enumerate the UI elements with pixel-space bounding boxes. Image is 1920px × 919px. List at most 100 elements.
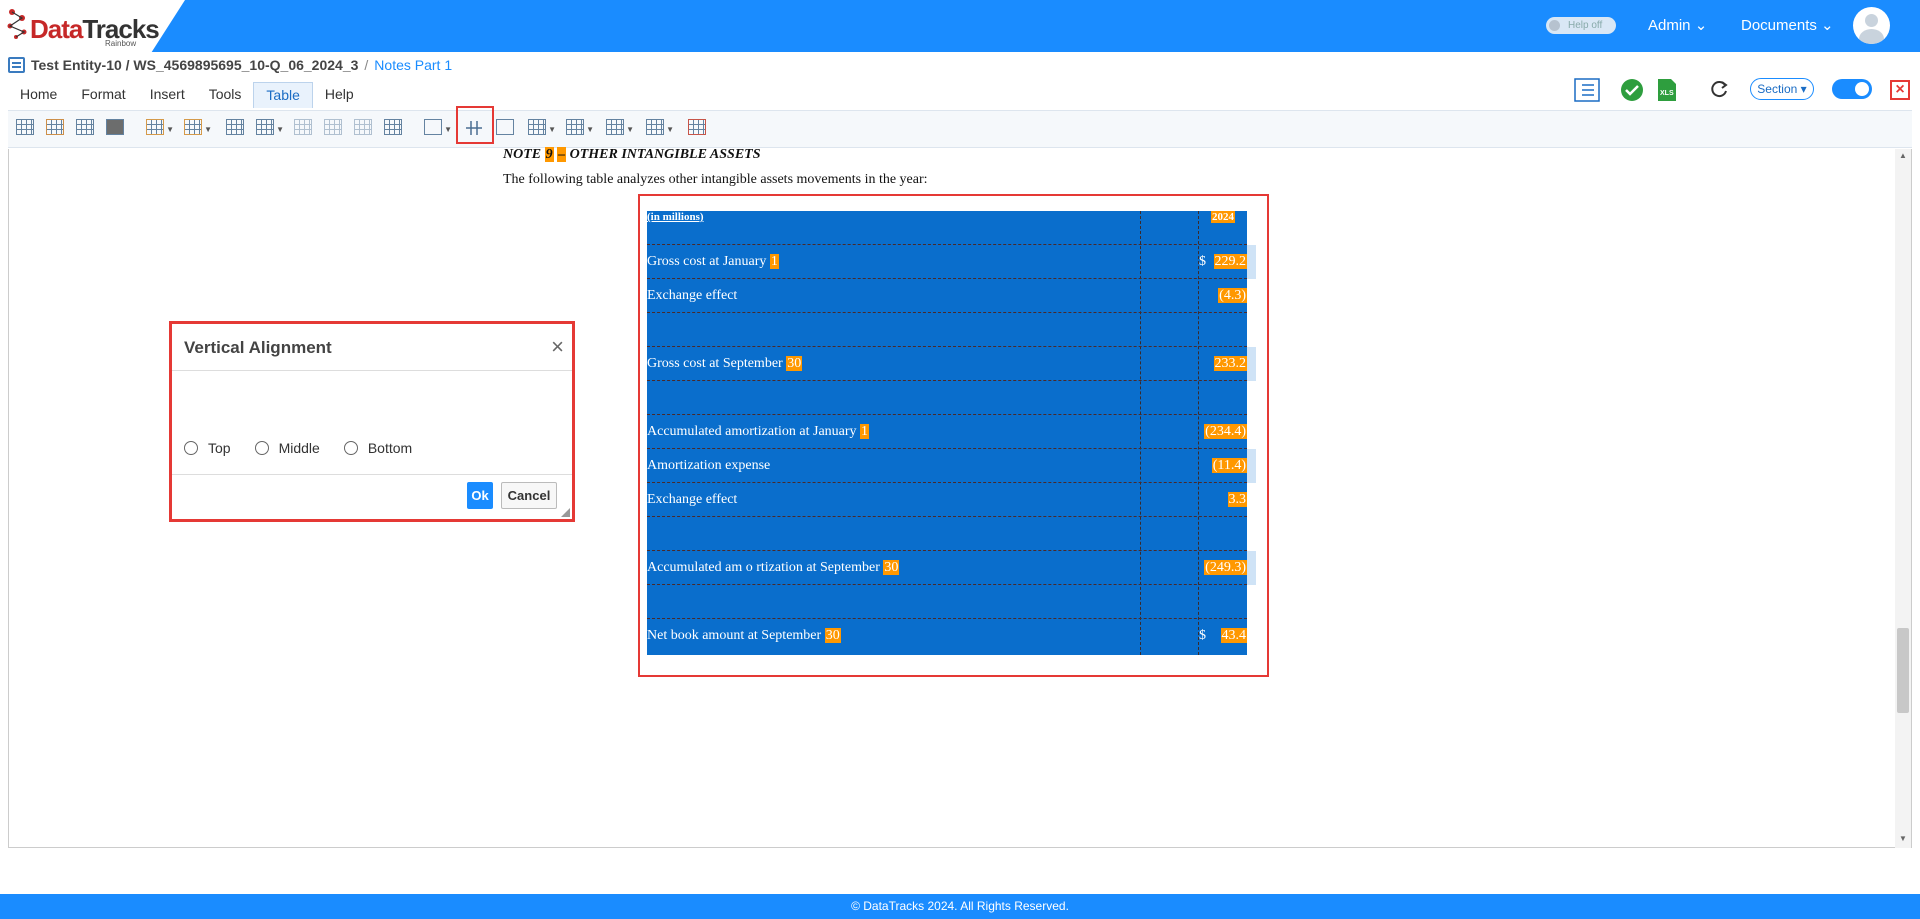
table-row[interactable]: Exchange effect 3.3 — [647, 483, 1247, 517]
admin-menu[interactable]: Admin ⌄ — [1648, 16, 1707, 34]
table-row[interactable] — [647, 517, 1247, 551]
row-label: Accumulated am o rtization at September — [647, 560, 884, 575]
cell-properties-icon[interactable] — [354, 119, 376, 139]
row-ref: 30 — [786, 356, 803, 371]
document-icon — [8, 57, 25, 73]
delete-column-icon[interactable]: ▼ — [646, 119, 674, 139]
row-label: Exchange effect — [647, 288, 738, 303]
outline-list-icon[interactable] — [1574, 78, 1600, 102]
row-menu-icon[interactable]: ▼ — [146, 119, 174, 139]
list-format-icon[interactable]: ▼ — [424, 119, 452, 139]
resize-handle-icon[interactable] — [561, 508, 570, 517]
row-value: 3.3 — [1227, 492, 1247, 507]
table-toolbar: ▼ ▼ ▼ ▼ ▼ ▼ ▼ ▼ — [8, 110, 1912, 148]
dialog-footer: Ok Cancel — [172, 474, 572, 519]
logo-tagline: Rainbow — [105, 39, 137, 48]
row-value: (11.4) — [1211, 458, 1247, 473]
row-label: Exchange effect — [647, 492, 738, 507]
radio-middle[interactable]: Middle — [254, 440, 320, 456]
insert-row-below-icon[interactable]: ▼ — [566, 119, 594, 139]
cell-fill-icon[interactable]: ▼ — [256, 119, 284, 139]
cell-overflow — [1247, 449, 1256, 483]
table-row[interactable]: Accumulated amortization at January 1 (23… — [647, 415, 1247, 449]
close-icon[interactable]: × — [551, 334, 564, 360]
section-dropdown[interactable]: Section ▾ — [1750, 78, 1814, 100]
logo[interactable]: DataTracks Rainbow — [0, 0, 185, 52]
merge-cells-icon[interactable] — [324, 119, 346, 139]
tab-insert[interactable]: Insert — [138, 82, 197, 108]
row-ref: 1 — [860, 424, 870, 439]
xls-export-icon[interactable]: XLS — [1656, 78, 1678, 102]
table-row[interactable] — [647, 585, 1247, 619]
close-editor-icon[interactable]: × — [1890, 80, 1910, 100]
avatar[interactable] — [1853, 7, 1890, 44]
chevron-down-icon: ⌄ — [1821, 17, 1834, 34]
refresh-icon[interactable] — [1710, 79, 1730, 99]
tab-table[interactable]: Table — [253, 82, 313, 108]
delete-table-icon[interactable] — [688, 119, 710, 139]
scrollbar-thumb[interactable] — [1897, 628, 1909, 713]
cancel-button[interactable]: Cancel — [501, 482, 557, 509]
view-toggle[interactable] — [1832, 79, 1872, 99]
row-label: Gross cost at January — [647, 254, 770, 269]
table-grid-icon[interactable] — [106, 119, 128, 139]
documents-menu[interactable]: Documents ⌄ — [1741, 16, 1834, 34]
row-value: (4.3) — [1218, 288, 1247, 303]
table-row[interactable] — [647, 381, 1247, 415]
split-cell-icon[interactable] — [294, 119, 316, 139]
insert-row-above-icon[interactable]: ▼ — [528, 119, 556, 139]
row-label: Gross cost at September — [647, 356, 787, 371]
table-row[interactable]: Exchange effect (4.3) — [647, 279, 1247, 313]
row-ref: 1 — [769, 254, 779, 269]
row-value: 43.4 — [1220, 628, 1247, 643]
tab-tools[interactable]: Tools — [197, 82, 254, 108]
footer: © DataTracks 2024. All Rights Reserved. — [0, 894, 1920, 919]
insert-column-icon[interactable]: ▼ — [606, 119, 634, 139]
tab-home[interactable]: Home — [8, 82, 69, 108]
alignment-options: Top Middle Bottom — [184, 440, 436, 456]
tab-format[interactable]: Format — [69, 82, 137, 108]
row-ref: 30 — [883, 560, 900, 575]
table-style-icon[interactable] — [46, 119, 68, 139]
table-properties-icon[interactable] — [76, 119, 98, 139]
vertical-alignment-dialog: Vertical Alignment × Top Middle Bottom O… — [169, 321, 575, 522]
caret-down-icon: ▾ — [1800, 82, 1807, 96]
cell-overflow — [1247, 245, 1256, 279]
svg-text:XLS: XLS — [1660, 90, 1674, 97]
validate-check-icon[interactable] — [1620, 78, 1644, 102]
breadcrumb-separator: / — [364, 57, 369, 73]
breadcrumb-section[interactable]: Notes Part 1 — [374, 57, 452, 73]
radio-bottom[interactable]: Bottom — [343, 440, 412, 456]
cell-borders-icon[interactable] — [226, 119, 248, 139]
tab-help[interactable]: Help — [313, 82, 366, 108]
row-label: Accumulated amortization at January — [647, 424, 861, 439]
breadcrumb-entity[interactable]: Test Entity-10 / WS_4569895695_10-Q_06_2… — [31, 57, 358, 73]
radio-top[interactable]: Top — [184, 440, 231, 456]
ok-button[interactable]: Ok — [467, 482, 493, 509]
cell-overflow — [1247, 347, 1256, 381]
text-wrap-icon[interactable] — [496, 119, 518, 139]
table-row[interactable]: Net book amount at September 30 $43.4 — [647, 619, 1247, 653]
radio-circle-icon[interactable] — [184, 441, 198, 455]
table-row[interactable]: Accumulated am o rtization at September … — [647, 551, 1247, 585]
table-row[interactable]: Gross cost at January 1 $229.2 — [647, 245, 1247, 279]
selected-tool-frame — [456, 106, 494, 144]
table-header-row[interactable]: (in millions) 2024 — [647, 211, 1247, 245]
row-value: (234.4) — [1204, 424, 1247, 439]
table-row[interactable]: Amortization expense (11.4) — [647, 449, 1247, 483]
scroll-up-icon[interactable]: ▲ — [1898, 151, 1908, 160]
row-value: (249.3) — [1204, 560, 1247, 575]
help-toggle[interactable]: Help off — [1546, 17, 1616, 34]
insert-table-icon[interactable] — [16, 119, 38, 139]
dialog-title: Vertical Alignment — [184, 338, 332, 357]
table-row[interactable] — [647, 313, 1247, 347]
table-row[interactable]: Gross cost at September 30 233.2 — [647, 347, 1247, 381]
vertical-scrollbar[interactable] — [1895, 149, 1911, 848]
radio-circle-icon[interactable] — [343, 441, 358, 455]
row-properties-icon[interactable] — [384, 119, 406, 139]
row-label: Amortization expense — [647, 458, 771, 473]
radio-circle-icon[interactable] — [254, 441, 269, 455]
scroll-down-icon[interactable]: ▼ — [1898, 834, 1908, 843]
dialog-header: Vertical Alignment × — [172, 324, 572, 371]
column-menu-icon[interactable]: ▼ — [184, 119, 212, 139]
